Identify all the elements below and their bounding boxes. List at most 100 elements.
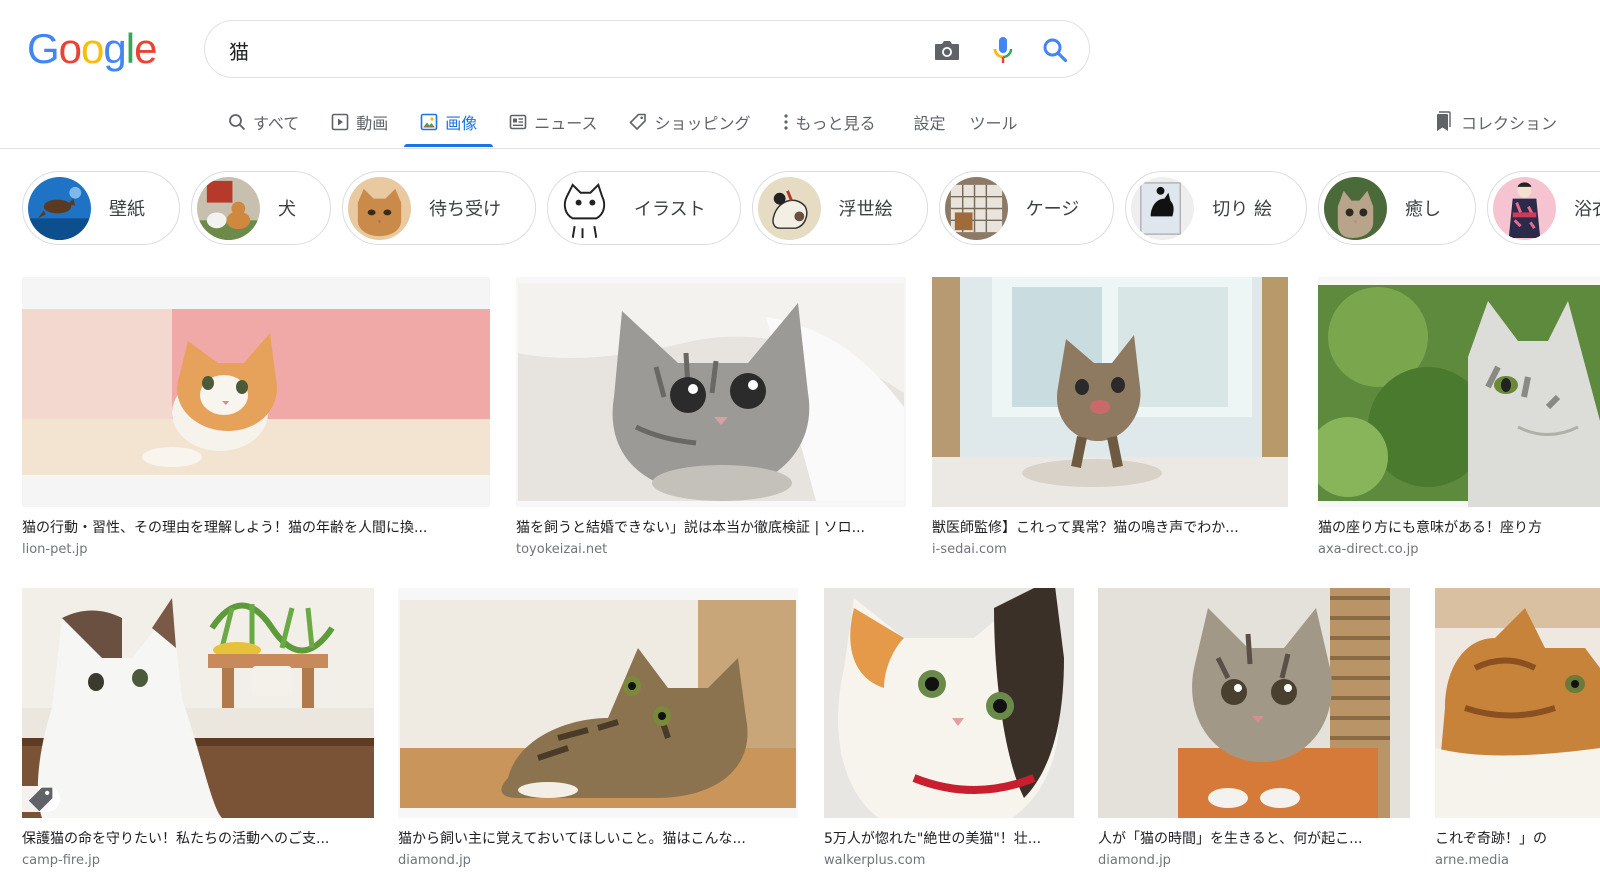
chip-label: イラスト bbox=[634, 199, 706, 220]
image-result[interactable]: これぞ奇跡！」の arne.media bbox=[1435, 588, 1600, 869]
logo-letter: g bbox=[103, 25, 126, 72]
chip-wallpaper[interactable]: 壁紙 bbox=[22, 171, 180, 245]
result-thumbnail bbox=[1098, 588, 1410, 818]
search-input[interactable] bbox=[229, 33, 919, 67]
tools-label: ツール bbox=[969, 114, 1018, 133]
image-result[interactable]: 猫の行動・習性、その理由を理解しよう！猫の年齢を人間に換... lion-pet… bbox=[22, 277, 490, 558]
logo-letter: e bbox=[134, 25, 157, 72]
chip-thumbnail bbox=[1493, 176, 1557, 240]
tab-tools[interactable]: ツール bbox=[958, 98, 1030, 146]
chip-thumbnail bbox=[348, 176, 411, 240]
result-thumbnail bbox=[932, 277, 1288, 507]
result-image-frame bbox=[516, 277, 906, 507]
result-title: 獣医師監修】これって異常？猫の鳴き声でわか... bbox=[932, 520, 1239, 536]
microphone-icon[interactable] bbox=[989, 36, 1017, 64]
tab-news[interactable]: ニュース bbox=[493, 98, 613, 146]
image-icon bbox=[420, 113, 438, 131]
chip-yukata[interactable]: 浴衣 bbox=[1487, 171, 1600, 245]
image-result[interactable]: 獣医師監修】これって異常？猫の鳴き声でわか... i-sedai.com bbox=[932, 277, 1288, 558]
chip-label: ケージ bbox=[1025, 199, 1080, 220]
result-domain: diamond.jp bbox=[1098, 853, 1171, 868]
result-domain: toyokeizai.net bbox=[516, 542, 608, 557]
result-domain: i-sedai.com bbox=[932, 542, 1007, 557]
chip-thumbnail bbox=[944, 176, 1008, 240]
result-image-frame bbox=[1435, 588, 1600, 818]
result-image-frame bbox=[22, 277, 490, 507]
result-domain: walkerplus.com bbox=[824, 853, 926, 868]
search-icon[interactable] bbox=[1041, 36, 1069, 64]
image-result[interactable]: 猫を飼うと結婚できない」説は本当か徹底検証 | ソロ... toyokeizai… bbox=[516, 277, 906, 558]
result-domain: camp-fire.jp bbox=[22, 853, 100, 868]
news-icon bbox=[509, 114, 527, 130]
play-icon bbox=[331, 113, 349, 131]
chip-label: 切り 絵 bbox=[1212, 199, 1273, 220]
chip-label: 浴衣 bbox=[1574, 199, 1600, 220]
chip-thumbnail bbox=[757, 176, 821, 240]
chip-thumbnail bbox=[1324, 176, 1388, 240]
header-divider bbox=[0, 148, 1600, 149]
tab-images[interactable]: 画像 bbox=[404, 98, 494, 147]
chip-lockscreen[interactable]: 待ち受け bbox=[342, 171, 536, 245]
image-result[interactable]: 猫の座り方にも意味がある！座り方 axa-direct.co.jp bbox=[1318, 277, 1600, 558]
logo-letter: o bbox=[58, 25, 82, 72]
search-tabs: すべて 動画 画像 ニュース ショッピング もっと見る 設定 ツール bbox=[212, 98, 1030, 150]
result-image-frame bbox=[932, 277, 1288, 507]
logo-letter: o bbox=[81, 25, 104, 72]
chip-label: 待ち受け bbox=[429, 199, 501, 220]
tab-all[interactable]: すべて bbox=[212, 98, 315, 146]
result-domain: axa-direct.co.jp bbox=[1318, 542, 1419, 557]
image-result[interactable]: 5万人が惚れた"絶世の美猫"！壮... walkerplus.com bbox=[824, 588, 1074, 869]
result-thumbnail bbox=[398, 588, 798, 818]
collections-link[interactable]: コレクション bbox=[1434, 98, 1557, 146]
tab-label: 動画 bbox=[356, 114, 389, 133]
result-thumbnail bbox=[1318, 277, 1600, 507]
tab-label: ニュース bbox=[534, 114, 598, 133]
bookmark-icon bbox=[1437, 111, 1451, 131]
logo-letter: l bbox=[125, 25, 135, 72]
result-domain: diamond.jp bbox=[398, 853, 471, 868]
result-title: 人が「猫の時間」を生きると、何が起こ... bbox=[1098, 831, 1363, 847]
tag-icon bbox=[28, 787, 53, 812]
result-title: 猫から飼い主に覚えておいてほしいこと。猫はこんな... bbox=[398, 831, 746, 847]
result-image-frame bbox=[824, 588, 1074, 818]
google-logo[interactable]: Google bbox=[27, 25, 157, 72]
result-thumbnail bbox=[22, 277, 490, 507]
search-icon bbox=[229, 114, 246, 131]
result-image-frame bbox=[1318, 277, 1600, 507]
image-result[interactable]: 保護猫の命を守りたい！私たちの活動へのご支... camp-fire.jp bbox=[22, 588, 374, 869]
result-thumbnail bbox=[824, 588, 1074, 818]
chip-label: 浮世絵 bbox=[838, 199, 893, 220]
result-title: 猫の座り方にも意味がある！座り方 bbox=[1318, 520, 1542, 536]
result-title: 猫を飼うと結婚できない」説は本当か徹底検証 | ソロ... bbox=[516, 520, 865, 536]
tab-spacer bbox=[892, 98, 902, 150]
image-result[interactable]: 人が「猫の時間」を生きると、何が起こ... diamond.jp bbox=[1098, 588, 1410, 869]
chip-cage[interactable]: ケージ bbox=[938, 171, 1115, 245]
chip-dog[interactable]: 犬 bbox=[191, 171, 331, 245]
chip-label: 癒し bbox=[1405, 199, 1442, 220]
chip-label: 犬 bbox=[278, 199, 296, 220]
tab-more[interactable]: もっと見る bbox=[767, 98, 892, 146]
chip-thumbnail bbox=[28, 176, 91, 240]
tab-shopping[interactable]: ショッピング bbox=[613, 98, 766, 146]
chip-illustration[interactable]: イラスト bbox=[547, 171, 741, 245]
tab-settings[interactable]: 設定 bbox=[902, 98, 958, 146]
tab-label: ショッピング bbox=[654, 114, 751, 133]
tab-label: すべて bbox=[253, 114, 300, 133]
logo-letter: G bbox=[27, 25, 60, 72]
shopping-tag-badge bbox=[22, 786, 60, 812]
chip-ukiyoe[interactable]: 浮世絵 bbox=[751, 171, 928, 245]
related-chips: 壁紙 犬 待ち受け イラスト 浮世絵 ケージ 切り 絵 癒し 浴衣 bbox=[22, 171, 1600, 245]
result-thumbnail bbox=[22, 588, 374, 818]
settings-label: 設定 bbox=[913, 114, 946, 133]
more-vert-icon bbox=[783, 114, 788, 130]
camera-icon[interactable] bbox=[933, 36, 961, 64]
tab-videos[interactable]: 動画 bbox=[315, 98, 404, 146]
image-result[interactable]: 猫から飼い主に覚えておいてほしいこと。猫はこんな... diamond.jp bbox=[398, 588, 798, 869]
tab-label: 画像 bbox=[445, 114, 478, 133]
chip-papercut[interactable]: 切り 絵 bbox=[1125, 171, 1308, 245]
result-domain: lion-pet.jp bbox=[22, 542, 88, 557]
result-title: 猫の行動・習性、その理由を理解しよう！猫の年齢を人間に換... bbox=[22, 520, 428, 536]
search-box bbox=[204, 20, 1090, 78]
chip-healing[interactable]: 癒し bbox=[1318, 171, 1477, 245]
result-image-frame bbox=[1098, 588, 1410, 818]
